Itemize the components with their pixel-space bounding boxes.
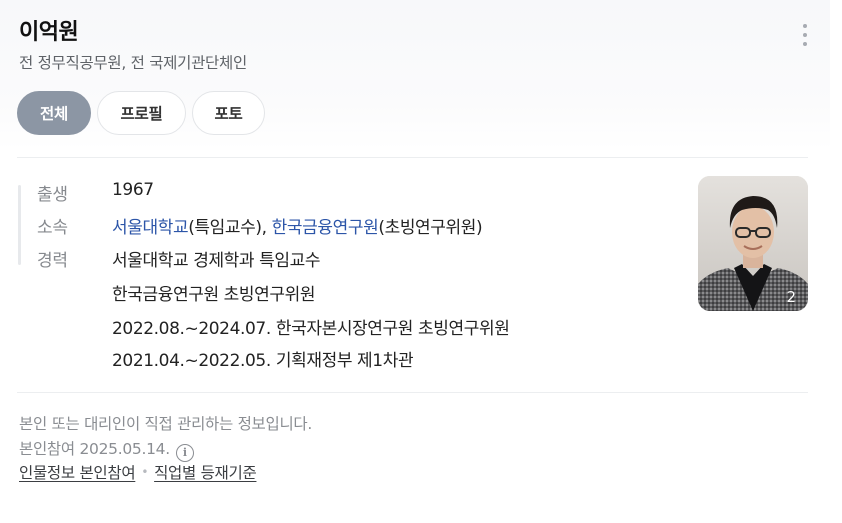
affiliation-link-snu[interactable]: 서울대학교: [112, 218, 189, 238]
more-dot: [803, 24, 807, 28]
listing-criteria-link[interactable]: 직업별 등재기준: [154, 464, 257, 482]
more-dot: [803, 42, 807, 46]
affiliation-separator: ,: [261, 218, 272, 238]
self-participation-link[interactable]: 인물정보 본인참여: [19, 464, 136, 482]
managed-info-note: 본인 또는 대리인이 직접 관리하는 정보입니다.: [19, 415, 313, 433]
separator-dot: •: [141, 465, 149, 479]
participation-date: 본인참여 2025.05.14.: [19, 440, 170, 458]
person-subtitle: 전 정무직공무원, 전 국제기관단체인: [19, 54, 247, 72]
photo-count: 2: [786, 288, 796, 306]
divider: [17, 157, 808, 158]
career-item: 2022.08.~2024.07. 한국자본시장연구원 초빙연구위원: [112, 319, 510, 339]
birth-label: 출생: [37, 185, 68, 205]
tab-profile[interactable]: 프로필: [97, 91, 186, 135]
person-info-card: 이억원 전 정무직공무원, 전 국제기관단체인 전체 프로필 포토 출생 196…: [0, 0, 830, 505]
birth-value: 1967: [112, 180, 154, 200]
affiliation-value: 서울대학교(특임교수), 한국금융연구원(초빙연구위원): [112, 213, 483, 238]
career-item: 한국금융연구원 초빙연구위원: [112, 285, 316, 305]
tab-all[interactable]: 전체: [17, 91, 91, 135]
more-options-icon[interactable]: [796, 24, 814, 46]
career-item: 2021.04.~2022.05. 기획재정부 제1차관: [112, 351, 414, 371]
career-label: 경력: [37, 251, 68, 271]
career-item: 서울대학교 경제학과 특임교수: [112, 251, 321, 271]
participation-line: 본인참여 2025.05.14. i: [19, 437, 194, 462]
footer-links: 인물정보 본인참여 • 직업별 등재기준: [19, 461, 257, 483]
profile-photo[interactable]: 2: [698, 176, 808, 311]
affiliation-role: (특임교수): [188, 218, 262, 238]
tab-bar: 전체 프로필 포토: [17, 91, 265, 135]
affiliation-label: 소속: [37, 218, 68, 238]
divider: [17, 392, 808, 393]
affiliation-role: (초빙연구위원): [378, 218, 483, 238]
label-accent-bar: [18, 185, 21, 265]
tab-photo[interactable]: 포토: [192, 91, 265, 135]
info-icon[interactable]: i: [175, 443, 194, 462]
affiliation-link-kif[interactable]: 한국금융연구원: [272, 218, 379, 238]
person-name: 이억원: [19, 20, 79, 45]
more-dot: [803, 33, 807, 37]
